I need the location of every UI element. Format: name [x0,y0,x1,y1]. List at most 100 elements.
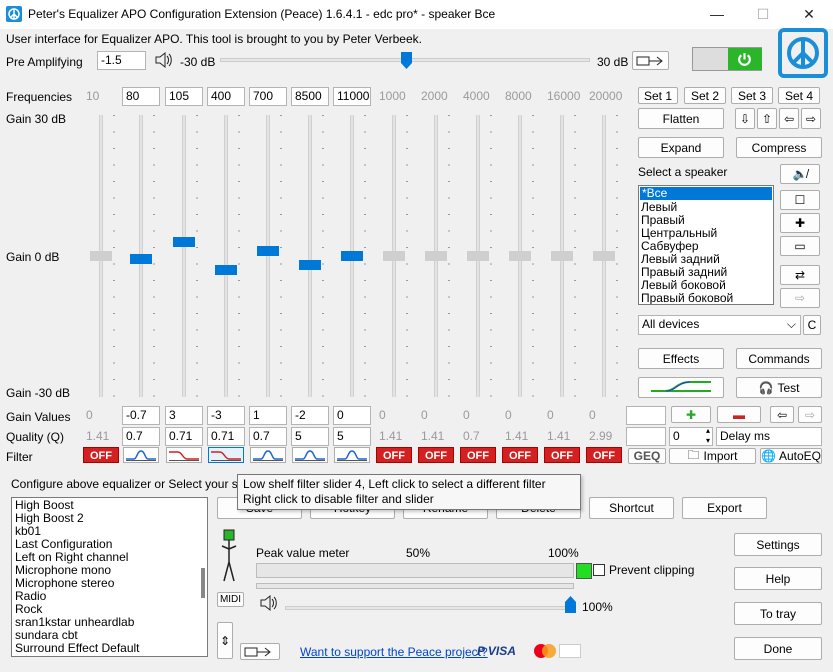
add-band-button[interactable]: ✚ [671,406,711,423]
arrow-down-button[interactable]: ⇩ [735,108,755,129]
gain-slider-thumb[interactable] [299,260,321,271]
volume-track[interactable] [285,596,576,613]
arrow-right-button[interactable]: ⇨ [801,108,821,129]
gain-value-input[interactable]: -2 [291,406,329,425]
filter-off-button[interactable]: OFF [544,447,580,463]
speaker-list[interactable]: *Все Левый Правый Центральный Сабвуфер Левый … [638,185,774,305]
gain-slider-thumb[interactable] [383,251,405,261]
set-1-button[interactable]: Set 1 [638,87,678,104]
extra-quality-input[interactable] [626,427,666,446]
config-list-item[interactable]: High Boost 2 [12,512,207,525]
output-arrow-button[interactable] [632,51,669,70]
close-button[interactable]: ✕ [786,0,832,29]
shift-left-button[interactable]: ⇦ [770,406,794,423]
set-3-button[interactable]: Set 3 [731,87,773,104]
peak-filter-button[interactable] [334,447,370,463]
low-shelf-filter-button[interactable] [208,447,244,463]
support-link[interactable]: Want to support the Peace project? [300,645,488,659]
gain-value-input[interactable]: 1 [249,406,287,425]
to-tray-button[interactable]: To tray [734,602,822,625]
import-button[interactable]: 🗀 Import [669,448,756,464]
gain-value-input[interactable]: 0 [333,406,371,425]
person-icon[interactable] [218,528,240,583]
speaker-box-button[interactable]: ☐ [780,190,820,210]
gain-slider-thumb[interactable] [341,251,363,261]
config-list-scrollbar[interactable] [201,568,205,598]
filter-off-button[interactable]: OFF [418,447,454,463]
filter-off-button[interactable]: OFF [460,447,496,463]
gain-value-input[interactable]: 0 [459,406,497,425]
effects-button[interactable]: Effects [638,348,724,369]
graph-button[interactable] [638,377,724,398]
speaker-list-item[interactable]: *Все [639,186,773,201]
speaker-add-button[interactable]: ✚ [780,213,820,233]
frequency-input[interactable]: 400 [207,87,245,106]
gain-value-input[interactable]: 0 [543,406,581,425]
quality-input[interactable]: 2.99 [585,427,623,446]
config-list[interactable]: High Boost High Boost 2 kb01 Last Configura… [11,497,208,657]
volume-icon[interactable] [258,593,278,613]
done-button[interactable]: Done [734,637,822,660]
delay-input[interactable]: 0 ▴ ▾ [669,427,713,446]
gain-value-input[interactable]: 0 [82,406,120,425]
minimize-button[interactable]: — [694,0,740,29]
frequency-input[interactable]: 10 [82,87,120,106]
quality-input[interactable]: 1.41 [501,427,539,446]
gain-slider-thumb[interactable] [551,251,573,261]
quality-input[interactable]: 0.7 [249,427,287,446]
gain-slider-thumb[interactable] [425,251,447,261]
autoeq-button[interactable]: 🌐 AutoEQ [760,448,822,464]
quality-input[interactable]: 0.7 [459,427,497,446]
gain-slider-thumb[interactable] [90,251,112,261]
gain-slider-track[interactable] [308,115,312,397]
peak-filter-button[interactable] [292,447,328,463]
frequency-input[interactable]: 16000 [543,87,581,106]
quality-input[interactable]: 1.41 [375,427,413,446]
gain-slider-thumb[interactable] [593,251,615,261]
quality-input[interactable]: 0.71 [165,427,203,446]
peak-filter-button[interactable] [250,447,286,463]
device-select[interactable]: All devices ⌵ [638,315,801,335]
speaker-list-item[interactable]: Правый боковой [639,292,773,305]
settings-button[interactable]: Settings [734,533,822,556]
quality-input[interactable]: 1.41 [82,427,120,446]
volume-thumb[interactable] [565,596,576,613]
gain-slider-thumb[interactable] [215,265,237,276]
gain-value-input[interactable]: -0.7 [122,406,160,425]
set-4-button[interactable]: Set 4 [778,87,820,104]
filter-off-button[interactable]: OFF [502,447,538,463]
gain-value-input[interactable]: 3 [165,406,203,425]
frequency-input[interactable]: 700 [249,87,287,106]
quality-input[interactable]: 1.41 [543,427,581,446]
send-button[interactable] [240,643,280,660]
frequency-input[interactable]: 80 [122,87,160,106]
quality-input[interactable]: 0.71 [207,427,245,446]
shortcut-button[interactable]: Shortcut [589,497,674,519]
arrow-up-button[interactable]: ⇧ [757,108,777,129]
gain-slider-thumb[interactable] [173,236,195,247]
gain-slider-thumb[interactable] [509,251,531,261]
mute-speaker-button[interactable]: 🔈̸ [780,164,820,184]
quality-input[interactable]: 5 [333,427,371,446]
frequency-input[interactable]: 105 [165,87,203,106]
filter-off-button[interactable]: OFF [586,447,622,463]
gain-value-input[interactable]: 0 [585,406,623,425]
gain-slider-thumb[interactable] [467,251,489,261]
gain-value-input[interactable]: 0 [417,406,455,425]
geq-button[interactable]: GEQ [628,448,666,464]
device-c-button[interactable]: C [803,315,821,335]
extra-gain-input[interactable] [626,406,666,425]
set-2-button[interactable]: Set 2 [684,87,726,104]
speaker-copy-button[interactable]: ⇨ [780,288,820,308]
quality-input[interactable]: 0.7 [122,427,160,446]
arrow-left-button[interactable]: ⇦ [779,108,799,129]
prevent-clipping-checkbox[interactable] [593,564,605,576]
payment-logos[interactable]: P VISA [477,642,581,660]
gain-slider-thumb[interactable] [130,254,152,265]
export-button[interactable]: Export [682,497,767,519]
commands-button[interactable]: Commands [736,348,822,369]
flatten-button[interactable]: Flatten [638,108,724,129]
gain-value-input[interactable]: 0 [501,406,539,425]
frequency-input[interactable]: 8000 [501,87,539,106]
gain-value-input[interactable]: -3 [207,406,245,425]
